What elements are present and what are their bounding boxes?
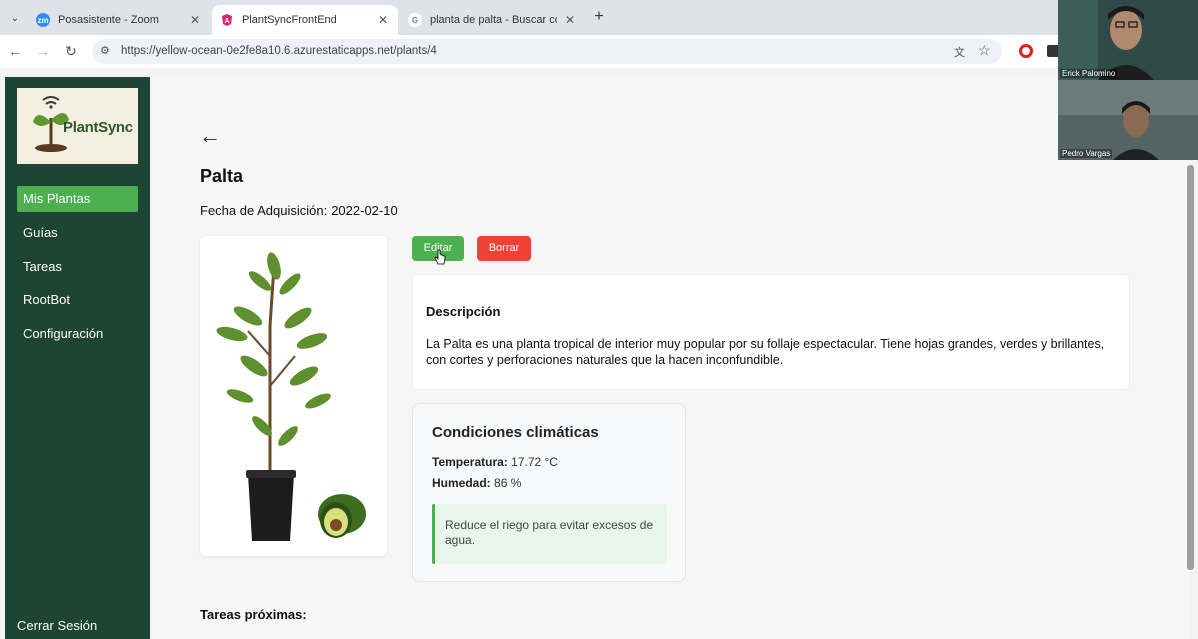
browser-tab-bar: ⌄ zm Posasistente - Zoom ✕ A PlantSyncFr… bbox=[0, 0, 1198, 35]
svg-text:A: A bbox=[224, 18, 229, 25]
close-tab-icon[interactable]: ✕ bbox=[376, 13, 390, 27]
new-tab-button[interactable]: + bbox=[590, 8, 608, 26]
upcoming-tasks-title: Tareas próximas: bbox=[200, 607, 307, 622]
climate-card: Condiciones climáticas Temperatura: 17.7… bbox=[412, 403, 686, 582]
opera-extension-icon[interactable] bbox=[1019, 44, 1033, 58]
nav-guias[interactable]: Guías bbox=[17, 220, 138, 246]
tab-plantsync[interactable]: A PlantSyncFrontEnd ✕ bbox=[212, 5, 398, 35]
tab-zoom[interactable]: zm Posasistente - Zoom ✕ bbox=[28, 5, 210, 35]
zoom-icon: zm bbox=[36, 13, 50, 27]
reload-icon[interactable]: ↻ bbox=[62, 42, 80, 60]
temperature-label: Temperatura: bbox=[432, 455, 508, 469]
plant-name: Palta bbox=[200, 166, 244, 186]
bookmark-star-icon[interactable]: ☆ bbox=[978, 43, 992, 57]
forward-arrow-icon[interactable]: → bbox=[34, 42, 52, 60]
site-info-icon[interactable]: ⚙ bbox=[100, 44, 114, 58]
avocado-plant-image bbox=[216, 252, 366, 541]
nav-configuracion[interactable]: Configuración bbox=[17, 321, 138, 347]
logout-link[interactable]: Cerrar Sesión bbox=[17, 618, 97, 633]
nav-rootbot[interactable]: RootBot bbox=[17, 287, 138, 313]
temperature-row: Temperatura: 17.72 °C bbox=[432, 455, 558, 469]
acquisition-date-value: 2022-02-10 bbox=[331, 203, 398, 218]
tab-google[interactable]: G planta de palta - Buscar con Go ✕ bbox=[400, 5, 585, 35]
participant-video bbox=[1058, 80, 1198, 160]
acquisition-date: Fecha de Adquisición: 2022-02-10 bbox=[200, 203, 398, 218]
page-scrollbar[interactable] bbox=[1187, 165, 1194, 570]
close-tab-icon[interactable]: ✕ bbox=[563, 13, 577, 27]
temperature-value: 17.72 °C bbox=[511, 455, 558, 469]
url-text[interactable]: https://yellow-ocean-0e2fe8a10.6.azurest… bbox=[121, 45, 437, 57]
angular-icon: A bbox=[220, 13, 234, 27]
participant-name: Erick Palomino bbox=[1060, 69, 1118, 78]
participant-name: Pedro Vargas bbox=[1060, 149, 1113, 158]
back-arrow-icon[interactable]: ← bbox=[199, 125, 221, 147]
plantsync-logo: PlantSync bbox=[17, 88, 138, 164]
video-tile-pedro: Pedro Vargas bbox=[1058, 80, 1198, 160]
humidity-value: 86 % bbox=[494, 476, 522, 490]
humidity-row: Humedad: 86 % bbox=[432, 476, 521, 490]
sidebar: PlantSync Mis Plantas Guías Tareas RootB… bbox=[5, 77, 150, 639]
close-tab-icon[interactable]: ✕ bbox=[188, 13, 202, 27]
humidity-label: Humedad: bbox=[432, 476, 491, 490]
hand-cursor-icon bbox=[434, 249, 446, 265]
address-bar[interactable]: ⚙ https://yellow-ocean-0e2fe8a10.6.azure… bbox=[92, 39, 1002, 64]
back-arrow-icon[interactable]: ← bbox=[6, 42, 24, 60]
google-icon: G bbox=[408, 13, 422, 27]
climate-title: Condiciones climáticas bbox=[432, 424, 599, 441]
description-card: Descripción La Palta es una planta tropi… bbox=[412, 274, 1130, 390]
video-tile-erick: Erick Palomino bbox=[1058, 0, 1198, 80]
tab-search-icon[interactable]: ⌄ bbox=[5, 8, 25, 28]
translate-icon[interactable]: 文 bbox=[954, 44, 968, 59]
nav-mis-plantas[interactable]: Mis Plantas bbox=[17, 186, 138, 212]
description-text: La Palta es una planta tropical de inter… bbox=[426, 337, 1105, 367]
description-title: Descripción bbox=[426, 304, 501, 319]
plant-detail: ← Palta Fecha de Adquisición:2022-02-10 bbox=[150, 77, 1190, 639]
acquisition-date-label: Fecha de Adquisición: bbox=[200, 203, 328, 218]
delete-button[interactable]: Borrar bbox=[477, 236, 531, 261]
watering-tip: Reduce el riego para evitar excesos de a… bbox=[432, 504, 667, 564]
plant-photo bbox=[200, 236, 387, 556]
nav-tareas[interactable]: Tareas bbox=[17, 254, 138, 280]
participant-video bbox=[1058, 0, 1198, 80]
